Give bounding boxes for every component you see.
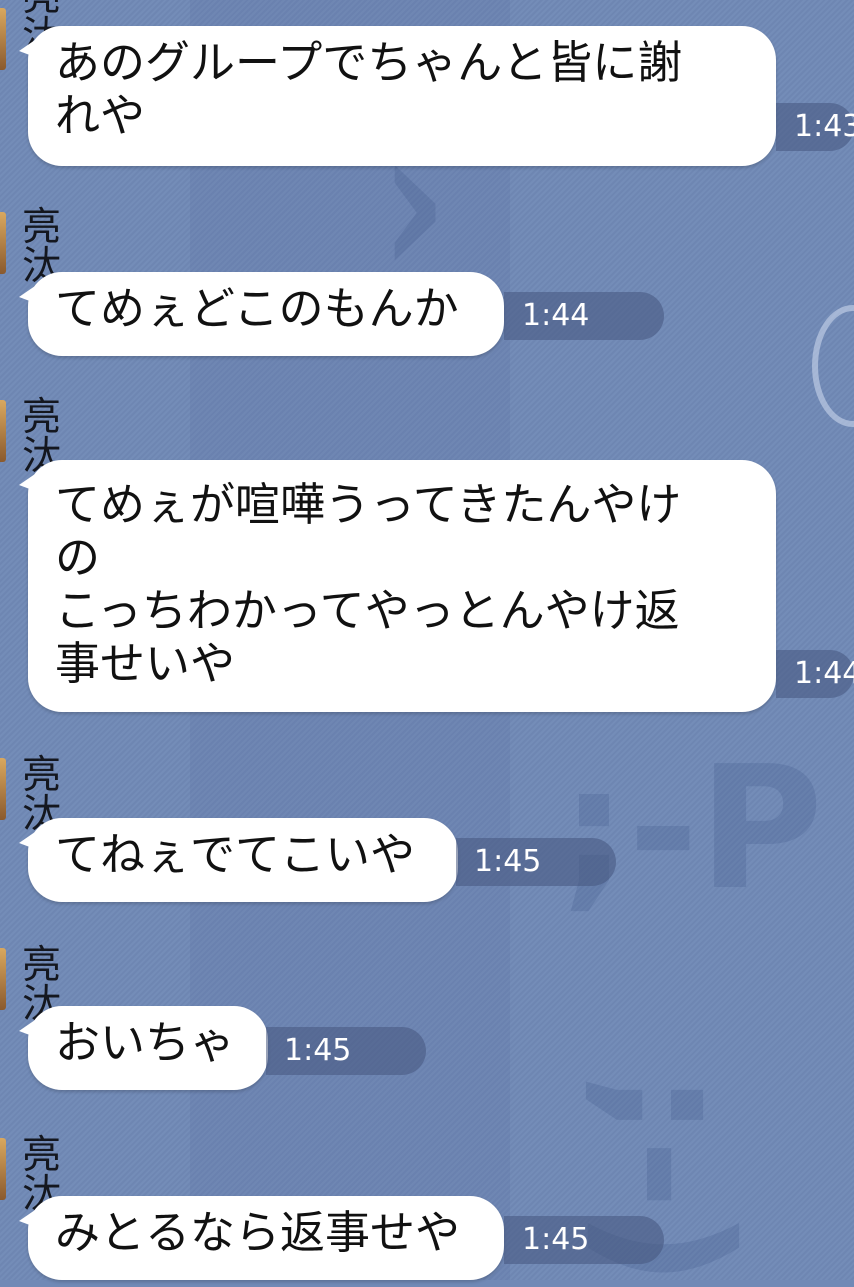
message-text: おいちゃ: [55, 1016, 236, 1069]
message-time: 1:45: [456, 838, 616, 886]
avatar[interactable]: [0, 400, 6, 462]
message-text: あのグループでちゃんと皆に謝 れや: [55, 36, 683, 142]
message-time: 1:45: [266, 1027, 426, 1075]
chat-message-list[interactable]: 亮汰 あのグループでちゃんと皆に謝 れや 1:43 亮汰 てめぇどこのもんか 1…: [0, 0, 854, 1280]
message-text: てめぇが喧嘩うってきたんやけ の こっちわかってやっとんやけ返 事せいや: [55, 478, 682, 690]
message-time: 1:44: [776, 650, 854, 698]
message-time: 1:44: [504, 292, 664, 340]
message-bubble[interactable]: あのグループでちゃんと皆に謝 れや: [19, 26, 776, 166]
message-bubble[interactable]: みとるなら返事せや: [19, 1196, 504, 1280]
message-bubble[interactable]: てめぇどこのもんか: [19, 272, 504, 356]
message-text: てねぇでてこいや: [55, 828, 416, 881]
message-bubble[interactable]: てめぇが喧嘩うってきたんやけ の こっちわかってやっとんやけ返 事せいや: [19, 460, 776, 712]
message-bubble[interactable]: てねぇでてこいや: [19, 818, 458, 902]
avatar[interactable]: [0, 212, 6, 274]
message-time: 1:43: [776, 103, 854, 151]
avatar[interactable]: [0, 1138, 6, 1200]
message-bubble[interactable]: おいちゃ: [19, 1006, 268, 1090]
avatar[interactable]: [0, 8, 6, 70]
message-text: みとるなら返事せや: [55, 1206, 461, 1259]
message-time: 1:45: [504, 1216, 664, 1264]
avatar[interactable]: [0, 758, 6, 820]
message-text: てめぇどこのもんか: [55, 282, 459, 335]
avatar[interactable]: [0, 948, 6, 1010]
